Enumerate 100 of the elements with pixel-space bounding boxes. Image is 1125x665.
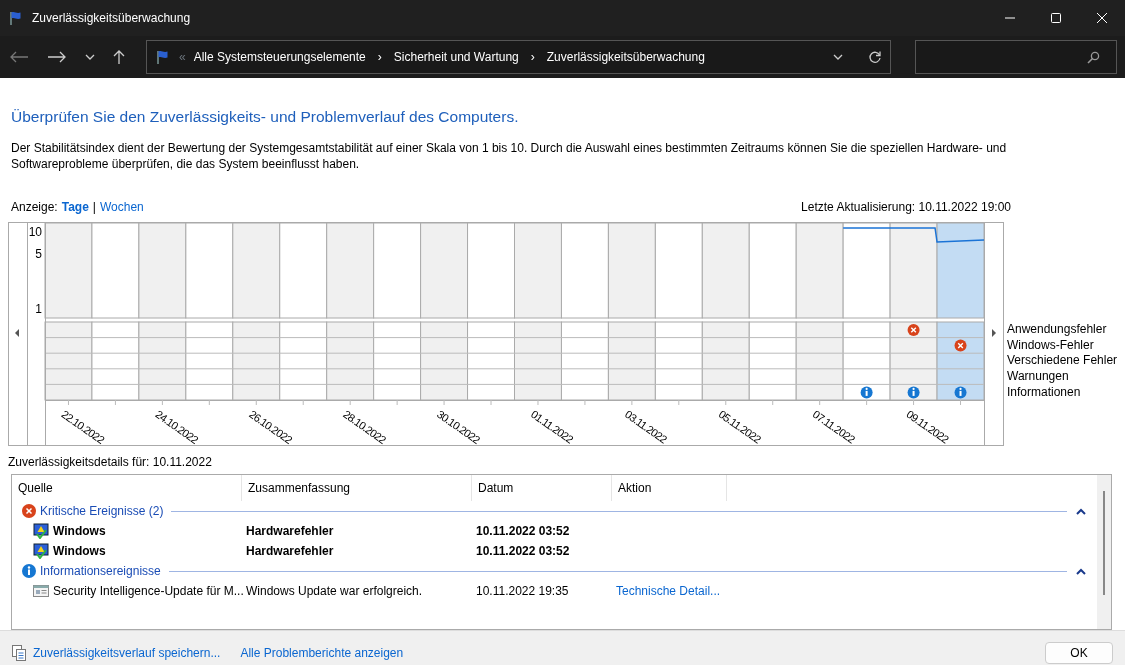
day-column[interactable] — [232, 222, 281, 319]
day-column[interactable] — [279, 321, 328, 401]
scale-label: 5 — [35, 247, 42, 262]
legend-label: Anwendungsfehler — [1007, 322, 1108, 338]
day-column[interactable] — [748, 222, 797, 319]
error-icon — [22, 504, 36, 519]
day-column[interactable] — [373, 222, 422, 319]
day-column[interactable] — [795, 321, 844, 401]
forward-icon[interactable] — [46, 49, 68, 65]
table-cell-text: Security Intelligence-Update für M... — [53, 583, 244, 601]
legend-label: Verschiedene Fehler — [1007, 353, 1118, 370]
column-header[interactable]: Zusammenfassung — [242, 475, 472, 502]
day-column[interactable] — [560, 222, 609, 319]
day-column[interactable] — [701, 321, 750, 401]
table-cell-text: 10.11.2022 03:52 — [475, 523, 571, 541]
table-cell-text: 10.11.2022 19:35 — [475, 583, 570, 601]
day-column[interactable] — [326, 222, 375, 319]
table-cell-text: Windows — [53, 523, 106, 541]
breadcrumb-item[interactable]: Sicherheit und Wartung — [393, 48, 519, 66]
scroll-left-icon[interactable] — [15, 329, 19, 338]
day-column[interactable] — [420, 222, 469, 319]
day-column[interactable] — [701, 222, 750, 319]
refresh-icon[interactable] — [868, 50, 883, 64]
day-column[interactable] — [467, 321, 515, 401]
search-icon — [1087, 50, 1100, 64]
scroll-right-icon[interactable] — [992, 329, 996, 338]
day-column[interactable] — [326, 321, 375, 401]
day-column[interactable] — [889, 222, 938, 319]
column-header[interactable]: Datum — [472, 475, 612, 502]
group-header[interactable]: Kritische Ereignisse (2) — [40, 502, 164, 521]
day-column[interactable] — [514, 321, 562, 401]
info-icon — [22, 564, 36, 579]
day-column[interactable] — [44, 222, 93, 319]
day-column[interactable] — [560, 321, 609, 401]
error-icon[interactable] — [907, 324, 920, 337]
view-link[interactable]: Wochen — [99, 198, 144, 217]
info-icon[interactable] — [954, 386, 967, 399]
info-icon[interactable] — [860, 386, 873, 399]
day-column[interactable] — [91, 222, 140, 319]
table-cell-text: Windows — [53, 543, 106, 561]
description: Der Stabilitätsindex dient der Bewertung der Systemgesamtstabilität auf einer Skala von 1 bis 10. Durch die Auswahl eines bestimmten Zeitraums können Sie die speziellen Hardware- und Softwareprobleme überprüfen, die das System beeinflusst haben. — [11, 140, 1008, 173]
day-column[interactable] — [185, 321, 234, 401]
overflow-button[interactable]: « — [179, 48, 186, 66]
day-column[interactable] — [373, 321, 422, 401]
day-column[interactable] — [748, 321, 797, 401]
legend-label: Windows-Fehler — [1007, 337, 1095, 354]
flag-icon — [155, 49, 171, 65]
scale-label: 1 — [35, 302, 42, 317]
details-link[interactable]: Technische Detail... — [616, 582, 721, 601]
separator-icon: › — [377, 48, 382, 66]
day-column[interactable] — [138, 222, 187, 319]
day-column[interactable] — [654, 321, 703, 401]
view-label: Anzeige: — [11, 199, 58, 217]
column-header[interactable]: Aktion — [612, 475, 727, 502]
day-column[interactable] — [936, 222, 985, 319]
day-column[interactable] — [232, 321, 281, 401]
scale-label: 10 — [28, 225, 42, 240]
column-header[interactable]: Quelle — [12, 475, 242, 502]
day-column[interactable] — [467, 222, 515, 319]
day-column[interactable] — [420, 321, 469, 401]
monitor-warning-icon — [33, 543, 49, 560]
view-link[interactable]: Tage — [61, 198, 89, 217]
table-cell-text: Windows Update war erfolgreich. — [245, 583, 424, 601]
footer-link[interactable]: Zuverlässigkeitsverlauf speichern... — [33, 644, 221, 663]
footer-link[interactable]: Alle Problemberichte anzeigen — [240, 644, 404, 663]
day-column[interactable] — [795, 222, 844, 319]
day-column[interactable] — [607, 321, 656, 401]
day-column[interactable] — [654, 222, 703, 319]
day-column[interactable] — [138, 321, 187, 401]
scrollbar-thumb[interactable] — [1103, 491, 1105, 596]
table-cell-text: 10.11.2022 03:52 — [475, 543, 571, 561]
table-cell-text: Hardwarefehler — [245, 543, 335, 561]
address-field[interactable]: « Alle Systemsteuerungselemente › Sicherheit und Wartung › Zuverlässigkeitsüberwachung — [146, 40, 892, 74]
breadcrumb-item[interactable]: Zuverlässigkeitsüberwachung — [546, 48, 705, 66]
window-title: Zuverlässigkeitsüberwachung — [32, 10, 191, 27]
day-column[interactable] — [514, 222, 562, 319]
legend-label: Warnungen — [1007, 369, 1070, 385]
separator-icon: › — [530, 48, 535, 66]
day-column[interactable] — [607, 222, 656, 319]
flag-icon — [8, 10, 24, 26]
day-column[interactable] — [44, 321, 93, 401]
back-icon[interactable] — [8, 49, 30, 65]
collapse-icon[interactable] — [1075, 567, 1087, 576]
window-icon — [33, 584, 49, 599]
day-column[interactable] — [842, 222, 891, 319]
legend-label: Informationen — [1007, 384, 1082, 401]
group-header[interactable]: Informationsereignisse — [40, 562, 161, 581]
search-field[interactable] — [915, 40, 1117, 74]
info-icon[interactable] — [907, 386, 920, 399]
day-column[interactable] — [91, 321, 140, 401]
up-icon[interactable] — [112, 49, 126, 65]
ok-button[interactable]: OK — [1045, 642, 1113, 665]
monitor-warning-icon — [33, 523, 49, 540]
day-column[interactable] — [279, 222, 328, 319]
day-column[interactable] — [185, 222, 234, 319]
breadcrumb-item[interactable]: Alle Systemsteuerungselemente — [193, 48, 366, 66]
separator: | — [92, 199, 96, 217]
collapse-icon[interactable] — [1075, 507, 1087, 516]
error-icon[interactable] — [954, 339, 967, 352]
last-update-label: Letzte Aktualisierung: 10.11.2022 19:00 — [801, 199, 1011, 217]
